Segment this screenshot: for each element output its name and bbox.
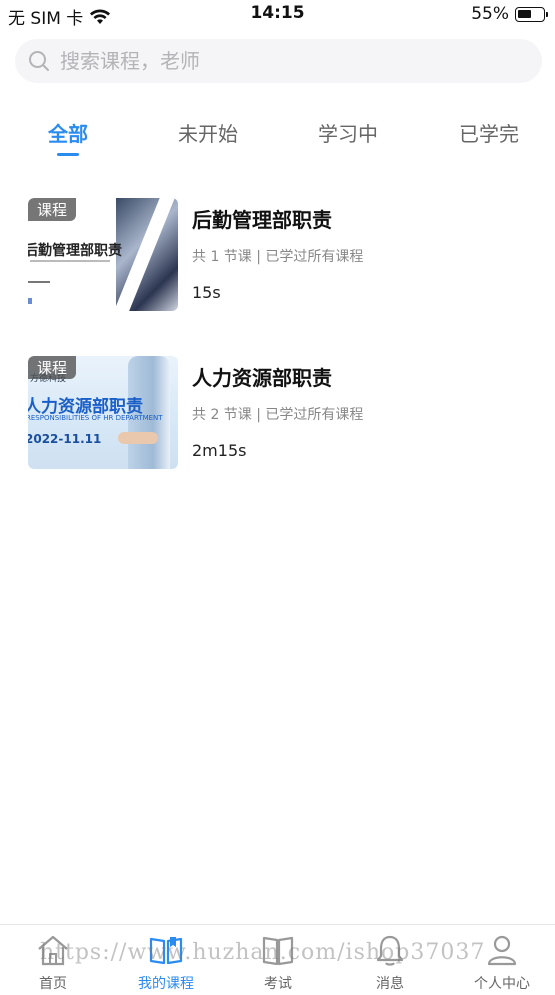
search-bar[interactable]: [15, 39, 542, 83]
tab-completed[interactable]: 已学完: [439, 118, 539, 147]
bell-icon: [376, 935, 404, 966]
status-bar: 无 SIM 卡 14:15 55%: [0, 0, 555, 30]
tabbar-label: 考试: [264, 976, 292, 992]
course-card[interactable]: 后勤管理部职责 课程 后勤管理部职责 共 1 节课 | 已学过所有课程 15s: [28, 198, 538, 313]
thumbnail-subtitle: RESPONSIBILITIES OF HR DEPARTMENT: [28, 414, 163, 422]
course-title[interactable]: 人力资源部职责: [192, 362, 332, 391]
thumbnail-line: [28, 281, 50, 283]
battery-icon: [515, 6, 548, 22]
person-icon: [487, 935, 517, 966]
tabbar-item-messages[interactable]: 消息: [340, 933, 440, 993]
search-input[interactable]: [60, 49, 500, 73]
course-thumbnail[interactable]: 后勤管理部职责 课程: [28, 198, 178, 311]
course-meta: 共 1 节课 | 已学过所有课程: [192, 249, 364, 265]
thumbnail-date: 2022-11.11: [28, 432, 102, 446]
active-tab-indicator: [57, 153, 79, 156]
thumbnail-line: [30, 260, 110, 262]
home-icon: [38, 935, 68, 966]
course-meta: 共 2 节课 | 已学过所有课程: [192, 407, 364, 423]
search-icon: [29, 51, 49, 71]
tabbar-label: 首页: [39, 976, 67, 992]
battery-percent: 55%: [471, 4, 509, 24]
thumbnail-mark: [28, 298, 32, 304]
tabbar-label: 消息: [376, 976, 404, 992]
tabbar-item-my-courses[interactable]: 我的课程: [116, 933, 216, 993]
thumbnail-decoration: [118, 432, 158, 444]
book-icon: [262, 936, 294, 966]
course-duration: 15s: [192, 283, 221, 302]
tabbar-item-exam[interactable]: 考试: [228, 933, 328, 993]
tabbar-label: 个人中心: [474, 976, 530, 992]
open-book-icon: [149, 937, 183, 965]
course-thumbnail[interactable]: 方德科技 人力资源部职责 RESPONSIBILITIES OF HR DEPA…: [28, 356, 178, 469]
course-card[interactable]: 方德科技 人力资源部职责 RESPONSIBILITIES OF HR DEPA…: [28, 356, 538, 471]
tab-all[interactable]: 全部: [18, 118, 118, 147]
tabbar-item-profile[interactable]: 个人中心: [452, 933, 552, 993]
tabbar-label: 我的课程: [138, 976, 194, 992]
course-title[interactable]: 后勤管理部职责: [192, 204, 332, 233]
filter-tabs: 全部 未开始 学习中 已学完: [0, 112, 555, 162]
bottom-tab-bar: 首页 我的课程 考试 消息 个人中心: [0, 924, 555, 995]
tab-not-started[interactable]: 未开始: [158, 118, 258, 147]
status-right: 55%: [471, 4, 548, 24]
tab-in-progress[interactable]: 学习中: [298, 118, 398, 147]
battery-level: [518, 9, 531, 18]
course-duration: 2m15s: [192, 441, 247, 460]
tabbar-item-home[interactable]: 首页: [3, 933, 103, 993]
course-badge: 课程: [28, 356, 77, 379]
course-badge: 课程: [28, 198, 77, 221]
thumbnail-title: 后勤管理部职责: [28, 243, 122, 259]
